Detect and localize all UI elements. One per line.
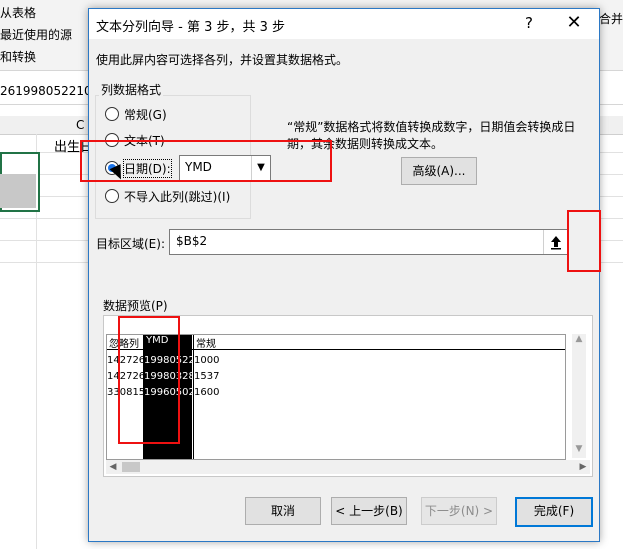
- column-format-label: 列数据格式: [99, 81, 164, 98]
- destination-label: 目标区域(E):: [96, 237, 165, 251]
- dialog-title: 文本分列向导 - 第 3 步，共 3 步: [96, 20, 286, 35]
- format-description: “常规”数据格式将数值转换成数字，日期值会转换成日期，其余数据则转换成文本。: [287, 120, 576, 151]
- ribbon-merge[interactable]: 合并: [599, 10, 623, 27]
- radio-general[interactable]: 常规(G): [105, 105, 167, 123]
- dialog-titlebar[interactable]: 文本分列向导 - 第 3 步，共 3 步 ? ✕: [89, 9, 599, 39]
- radio-skip-indicator[interactable]: [105, 189, 119, 203]
- advanced-button[interactable]: 高级(A)...: [401, 157, 477, 185]
- finish-button[interactable]: 完成(F): [515, 497, 593, 527]
- preview-horizontal-scrollbar[interactable]: ◀ ▶: [106, 460, 590, 474]
- instruction-text: 使用此屏内容可选择各列，并设置其数据格式。: [96, 53, 349, 67]
- preview-vertical-scrollbar[interactable]: ▲ ▼: [572, 334, 586, 458]
- collapse-dialog-button[interactable]: [543, 230, 568, 254]
- scroll-thumb[interactable]: [122, 462, 140, 472]
- scroll-down-icon[interactable]: ▼: [572, 444, 586, 458]
- help-button[interactable]: ?: [519, 13, 539, 33]
- column-c-header[interactable]: C: [76, 118, 84, 132]
- radio-skip-label: 不导入此列(跳过)(I): [124, 189, 231, 204]
- preview-column-header: 常规: [196, 339, 216, 350]
- scroll-right-icon[interactable]: ▶: [576, 460, 590, 474]
- radio-general-indicator[interactable]: [105, 107, 119, 121]
- text-to-columns-dialog: 文本分列向导 - 第 3 步，共 3 步 ? ✕ 使用此屏内容可选择各列，并设置…: [88, 8, 600, 542]
- preview-cell: 1537: [194, 371, 220, 382]
- ribbon-from-table[interactable]: 从表格: [0, 4, 36, 21]
- close-button[interactable]: ✕: [561, 11, 587, 35]
- scroll-up-icon[interactable]: ▲: [572, 334, 586, 348]
- destination-value: $B$2: [176, 234, 208, 248]
- selected-cell-fill: [0, 174, 36, 208]
- annotation-collapse-highlight: [567, 210, 601, 272]
- upload-arrow-icon: [551, 236, 561, 250]
- annotation-ymd-column-highlight: [118, 316, 180, 444]
- cancel-button[interactable]: 取消: [245, 497, 321, 525]
- scroll-left-icon[interactable]: ◀: [106, 460, 120, 474]
- preview-cell: 1600: [194, 387, 220, 398]
- back-button[interactable]: < 上一步(B): [331, 497, 407, 525]
- ribbon-transform[interactable]: 和转换: [0, 48, 36, 65]
- radio-general-label: 常规(G): [124, 107, 167, 122]
- preview-column-general[interactable]: 常规 1000 1537 1600: [193, 335, 254, 459]
- preview-cell: 1000: [194, 355, 220, 366]
- ribbon-recent-sources[interactable]: 最近使用的源: [0, 26, 72, 43]
- destination-input[interactable]: $B$2: [169, 229, 569, 255]
- next-button[interactable]: 下一步(N) >: [421, 497, 497, 525]
- preview-label: 数据预览(P): [103, 299, 168, 313]
- radio-skip[interactable]: 不导入此列(跳过)(I): [105, 187, 230, 205]
